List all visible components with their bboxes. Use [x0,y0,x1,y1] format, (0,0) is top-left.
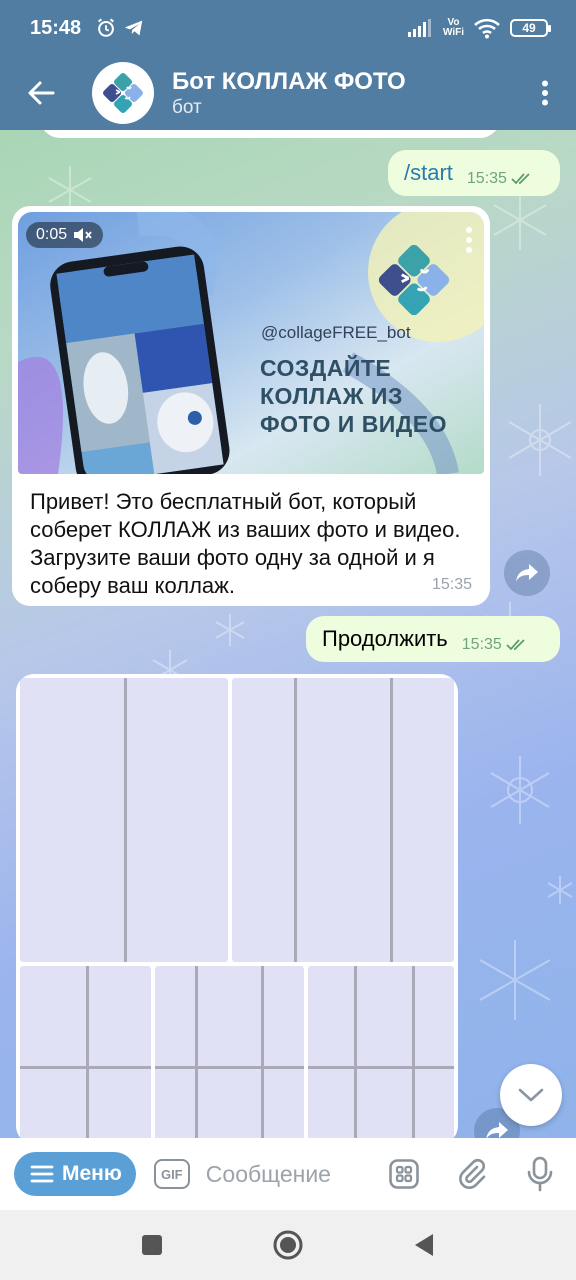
collage-template[interactable] [232,678,454,962]
share-arrow-icon [516,564,538,582]
circle-icon [273,1230,303,1260]
video-duration-badge[interactable]: 0:05 [26,222,104,248]
collage-logo-icon [103,73,143,113]
grid-icon [388,1159,419,1189]
collage-template[interactable] [20,966,151,1138]
square-icon [142,1235,162,1255]
template-divider [390,678,393,962]
paperclip-icon [458,1158,486,1189]
forward-button[interactable] [504,550,550,596]
template-divider [86,966,89,1138]
menu-icon [30,1165,54,1183]
message-meta: 15:35 [462,624,528,654]
collage-template[interactable] [308,966,454,1138]
template-divider [124,678,127,962]
bot-avatar[interactable] [92,62,154,124]
command-link[interactable]: /start [404,160,453,186]
microphone-icon [527,1156,553,1192]
media-headline: Создайте коллаж из фото и видео [260,354,447,438]
recents-button[interactable] [132,1225,172,1265]
vowifi-indicator: Vo WiFi [443,18,464,38]
back-button[interactable] [24,76,58,110]
chevron-down-icon [518,1088,544,1102]
alarm-icon [98,18,115,37]
system-navigation-bar [0,1210,576,1280]
triangle-left-icon [415,1234,433,1256]
app-bar: Бот КОЛЛАЖ ФОТО бот [0,56,576,130]
share-arrow-icon [486,1122,508,1138]
message-input-bar: Меню GIF [0,1138,576,1210]
message-meta: 15:35 [467,158,533,188]
scroll-down-button[interactable] [500,1064,562,1126]
battery-indicator: 49 [510,19,551,37]
incoming-message-intro[interactable]: 0:05 @collageFREE_bot Создайте коллаж из… [12,206,490,606]
intro-message-text: Привет! Это бесплатный бот, который собе… [30,489,461,598]
voice-message-button[interactable] [522,1156,558,1192]
attach-button[interactable] [454,1156,490,1192]
chat-title-block[interactable]: Бот КОЛЛАЖ ФОТО бот [172,67,406,119]
vowifi-bottom: WiFi [442,27,464,38]
media-headline-line-1: Создайте [260,355,392,381]
collage-template[interactable] [20,678,228,962]
double-check-icon [506,639,525,651]
chat-title: Бот КОЛЛАЖ ФОТО [172,68,406,95]
media-bot-handle: @collageFREE_bot [261,323,411,342]
template-divider [354,966,357,1138]
chat-subtitle: бот [172,97,202,118]
double-check-icon [511,173,530,185]
telegram-icon [124,20,143,36]
template-divider [308,1066,454,1069]
template-divider [261,966,264,1138]
menu-label: Меню [62,1162,122,1185]
status-bar: 15:48 Vo WiFi 49 [0,0,576,56]
intro-video[interactable]: 0:05 @collageFREE_bot Создайте коллаж из… [18,212,484,474]
more-vertical-icon [542,80,548,106]
message-time: 15:35 [466,170,507,187]
outgoing-message-start[interactable]: /start 15:35 [388,150,560,196]
home-button[interactable] [268,1225,308,1265]
previous-message-edge [40,130,500,138]
template-divider [155,1066,304,1069]
message-time: 15:35 [431,576,472,593]
media-headline-line-3: фото и видео [260,411,447,437]
wifi-icon [474,18,500,39]
collage-logo-icon [378,244,450,316]
outgoing-message-continue[interactable]: Продолжить 15:35 [306,616,560,662]
bot-commands-button[interactable] [386,1156,422,1192]
collage-template[interactable] [155,966,304,1138]
message-text: Продолжить [322,626,448,651]
template-divider [412,966,415,1138]
header: 15:48 Vo WiFi 49 Бот КОЛЛАЖ ФОТО бот [0,0,576,130]
bot-menu-button[interactable]: Меню [14,1152,136,1196]
muted-speaker-icon [74,228,92,242]
media-more-icon[interactable] [464,226,474,256]
back-nav-button[interactable] [404,1225,444,1265]
video-duration: 0:05 [36,226,68,243]
status-right: Vo WiFi 49 [407,17,551,39]
chat-area[interactable]: /start 15:35 0:05 @collageFREE_bot СОЗДА… [0,130,576,1138]
gif-button[interactable]: GIF [153,1159,190,1189]
arrow-left-icon [28,81,55,105]
more-options-button[interactable] [530,73,560,113]
template-divider [294,678,297,962]
message-time: 15:35 [461,636,502,653]
template-divider [20,1066,151,1069]
signal-icon [407,19,431,37]
message-input[interactable] [205,1160,366,1188]
media-headline-line-2: коллаж из [260,383,403,409]
status-time: 15:48 [30,16,82,39]
template-divider [195,966,198,1138]
collage-layouts-image[interactable] [16,674,458,1138]
